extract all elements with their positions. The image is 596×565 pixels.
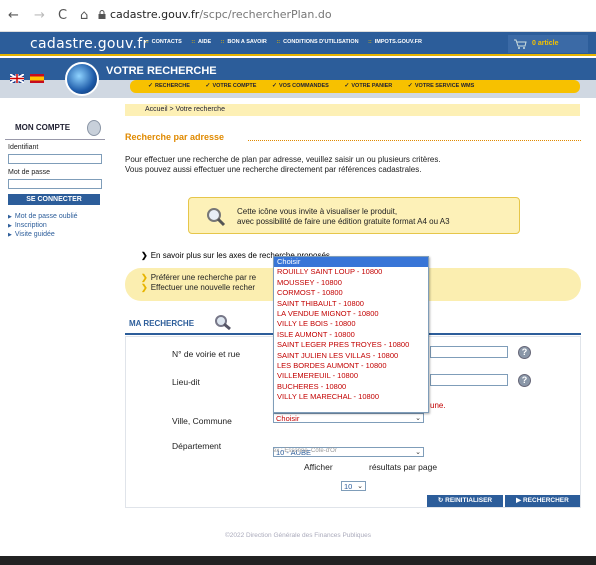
connect-label: SE CONNECTER bbox=[26, 196, 82, 203]
subnav-commandes[interactable]: VOS COMMANDES bbox=[272, 83, 329, 89]
info-line-2: avec possibilité de faire une édition gr… bbox=[237, 217, 450, 226]
info-text: Cette icône vous invite à visualiser le … bbox=[237, 207, 450, 227]
lieudit-label: Lieu-dit bbox=[172, 377, 200, 387]
dropdown-option[interactable]: LES BORDES AUMONT - 10800 bbox=[274, 361, 428, 371]
magnifier-icon bbox=[207, 208, 226, 227]
language-flags bbox=[9, 73, 45, 85]
error-text: une. bbox=[430, 401, 446, 410]
city-select-value: Choisir bbox=[276, 414, 300, 423]
dropdown-option[interactable]: MOUSSEY - 10800 bbox=[274, 278, 428, 288]
intro-text: Pour effectuer une recherche de plan par… bbox=[125, 155, 585, 175]
city-label: Ville, Commune bbox=[172, 416, 232, 426]
url-domain: cadastre.gouv.fr bbox=[110, 8, 200, 21]
id-input[interactable] bbox=[8, 154, 102, 164]
chevron-down-icon: ⌄ bbox=[415, 449, 421, 456]
site-header: cadastre.gouv.fr :: CONTACTS :: AIDE :: BON… bbox=[0, 32, 596, 56]
subnav-wms[interactable]: VOTRE SERVICE WMS bbox=[408, 83, 475, 89]
home-icon[interactable]: ⌂ bbox=[80, 8, 88, 23]
cart-icon bbox=[514, 39, 527, 49]
forward-icon[interactable]: → bbox=[34, 8, 45, 23]
search-form-title: MA RECHERCHE bbox=[129, 319, 195, 328]
pwd-label: Mot de passe bbox=[8, 169, 51, 176]
afficher-label: Afficher bbox=[304, 462, 333, 472]
city-dropdown-list[interactable]: Choisir ROUILLY SAINT LOUP - 10800 MOUSS… bbox=[273, 256, 429, 413]
bottom-bar bbox=[0, 556, 596, 565]
link-bon-a-savoir[interactable]: BON A SAVOIR bbox=[227, 39, 267, 45]
dropdown-option[interactable]: SAINT JULIEN LES VILLAS - 10800 bbox=[274, 351, 428, 361]
address-bar[interactable]: cadastre.gouv.fr/scpc/rechercherPlan.do bbox=[110, 8, 332, 21]
dropdown-option[interactable]: CORMOST - 10800 bbox=[274, 288, 428, 298]
chevron-down-icon: ⌄ bbox=[357, 483, 363, 490]
browser-toolbar: ← → C ⌂ cadastre.gouv.fr/scpc/rechercher… bbox=[0, 0, 596, 32]
dropdown-option[interactable]: SAINT LEGER PRES TROYES - 10800 bbox=[274, 340, 428, 350]
link-aide[interactable]: AIDE bbox=[198, 39, 211, 45]
dropdown-option[interactable]: SAINT THIBAULT - 10800 bbox=[274, 299, 428, 309]
new-search-link[interactable]: Effectuer une nouvelle recher bbox=[141, 283, 255, 292]
arrow-right-icon: ▶ bbox=[516, 497, 523, 504]
sub-nav: RECHERCHE VOTRE COMPTE VOS COMMANDES VOT… bbox=[130, 80, 580, 93]
intro-line-2: Vous pouvez aussi effectuer une recherch… bbox=[125, 165, 422, 174]
dropdown-option[interactable]: BUCHERES - 10800 bbox=[274, 382, 428, 392]
link-impots[interactable]: IMPOTS.GOUV.FR bbox=[375, 39, 422, 45]
dept-hint: ex : Essonne, Côte-d'Or bbox=[273, 448, 337, 454]
street-input[interactable] bbox=[430, 346, 508, 358]
signup-link[interactable]: Inscription bbox=[8, 222, 47, 229]
street-label: N° de voirie et rue bbox=[172, 349, 241, 359]
info-box: Cette icône vous invite à visualiser le … bbox=[188, 197, 520, 234]
dropdown-option[interactable]: ISLE AUMONT - 10800 bbox=[274, 330, 428, 340]
link-contacts[interactable]: CONTACTS bbox=[152, 39, 182, 45]
account-title: MON COMPTE bbox=[15, 123, 71, 132]
reset-label: REINITIALISER bbox=[445, 497, 493, 504]
site-logo[interactable]: cadastre.gouv.fr bbox=[30, 36, 149, 52]
section-title: VOTRE RECHERCHE bbox=[106, 65, 217, 77]
dropdown-option[interactable]: ROUILLY SAINT LOUP - 10800 bbox=[274, 267, 428, 277]
prefer-search-link[interactable]: Préférer une recherche par re bbox=[141, 273, 256, 282]
connect-button[interactable]: SE CONNECTER bbox=[8, 194, 100, 205]
url-path: /scpc/rechercherPlan.do bbox=[199, 8, 332, 21]
dropdown-option[interactable]: VILLEMEREUIL - 10800 bbox=[274, 371, 428, 381]
dropdown-option[interactable]: VILLY LE BOIS - 10800 bbox=[274, 319, 428, 329]
lock-icon bbox=[98, 10, 106, 19]
lieudit-input[interactable] bbox=[430, 374, 508, 386]
dept-label: Département bbox=[172, 441, 222, 451]
per-page-label: résultats par page bbox=[369, 462, 438, 472]
title-divider bbox=[248, 140, 581, 141]
id-label: Identifiant bbox=[8, 144, 39, 151]
dropdown-option[interactable]: VILLY LE MARECHAL - 10800 bbox=[274, 392, 428, 402]
subnav-compte[interactable]: VOTRE COMPTE bbox=[205, 83, 256, 89]
subnav-panier[interactable]: VOTRE PANIER bbox=[344, 83, 392, 89]
help-icon[interactable]: ? bbox=[518, 346, 531, 359]
pwd-input[interactable] bbox=[8, 179, 102, 189]
spain-flag-icon[interactable] bbox=[30, 74, 45, 83]
padlock-icon bbox=[87, 120, 101, 136]
city-select[interactable]: Choisir ⌄ bbox=[273, 413, 424, 423]
chevron-down-icon: ⌄ bbox=[415, 415, 421, 422]
account-header: MON COMPTE bbox=[5, 118, 105, 140]
per-page-value: 10 bbox=[344, 482, 353, 491]
help-icon[interactable]: ? bbox=[518, 374, 531, 387]
reload-icon[interactable]: C bbox=[58, 8, 67, 23]
cart-button[interactable]: 0 article bbox=[508, 35, 588, 53]
globe-icon bbox=[65, 62, 99, 96]
guided-tour-link[interactable]: Visite guidée bbox=[8, 231, 55, 238]
breadcrumb: Accueil > Votre recherche bbox=[125, 104, 580, 116]
cart-count: 0 article bbox=[532, 40, 559, 47]
dropdown-option[interactable]: LA VENDUE MIGNOT - 10800 bbox=[274, 309, 428, 319]
page-title: Recherche par adresse bbox=[125, 132, 225, 142]
intro-line-1: Pour effectuer une recherche de plan par… bbox=[125, 155, 441, 164]
subnav-recherche[interactable]: RECHERCHE bbox=[148, 83, 190, 89]
link-conditions[interactable]: CONDITIONS D'UTILISATION bbox=[283, 39, 358, 45]
reset-button[interactable]: ↻ REINITIALISER bbox=[427, 495, 503, 507]
uk-flag-icon[interactable] bbox=[9, 73, 25, 84]
dropdown-option[interactable]: Choisir bbox=[274, 257, 428, 268]
top-links: :: CONTACTS :: AIDE :: BON A SAVOIR :: CONDI… bbox=[145, 39, 422, 45]
footer: ©2022 Direction Générale des Finances Pu… bbox=[0, 526, 596, 554]
back-icon[interactable]: ← bbox=[8, 8, 19, 23]
info-line-1: Cette icône vous invite à visualiser le … bbox=[237, 207, 398, 216]
forgot-password-link[interactable]: Mot de passe oublié bbox=[8, 213, 78, 220]
search-button[interactable]: ▶ RECHERCHER bbox=[505, 495, 580, 507]
magnifier-icon bbox=[215, 315, 231, 331]
search-label: RECHERCHER bbox=[522, 497, 569, 504]
per-page-select[interactable]: 10 ⌄ bbox=[341, 481, 366, 491]
